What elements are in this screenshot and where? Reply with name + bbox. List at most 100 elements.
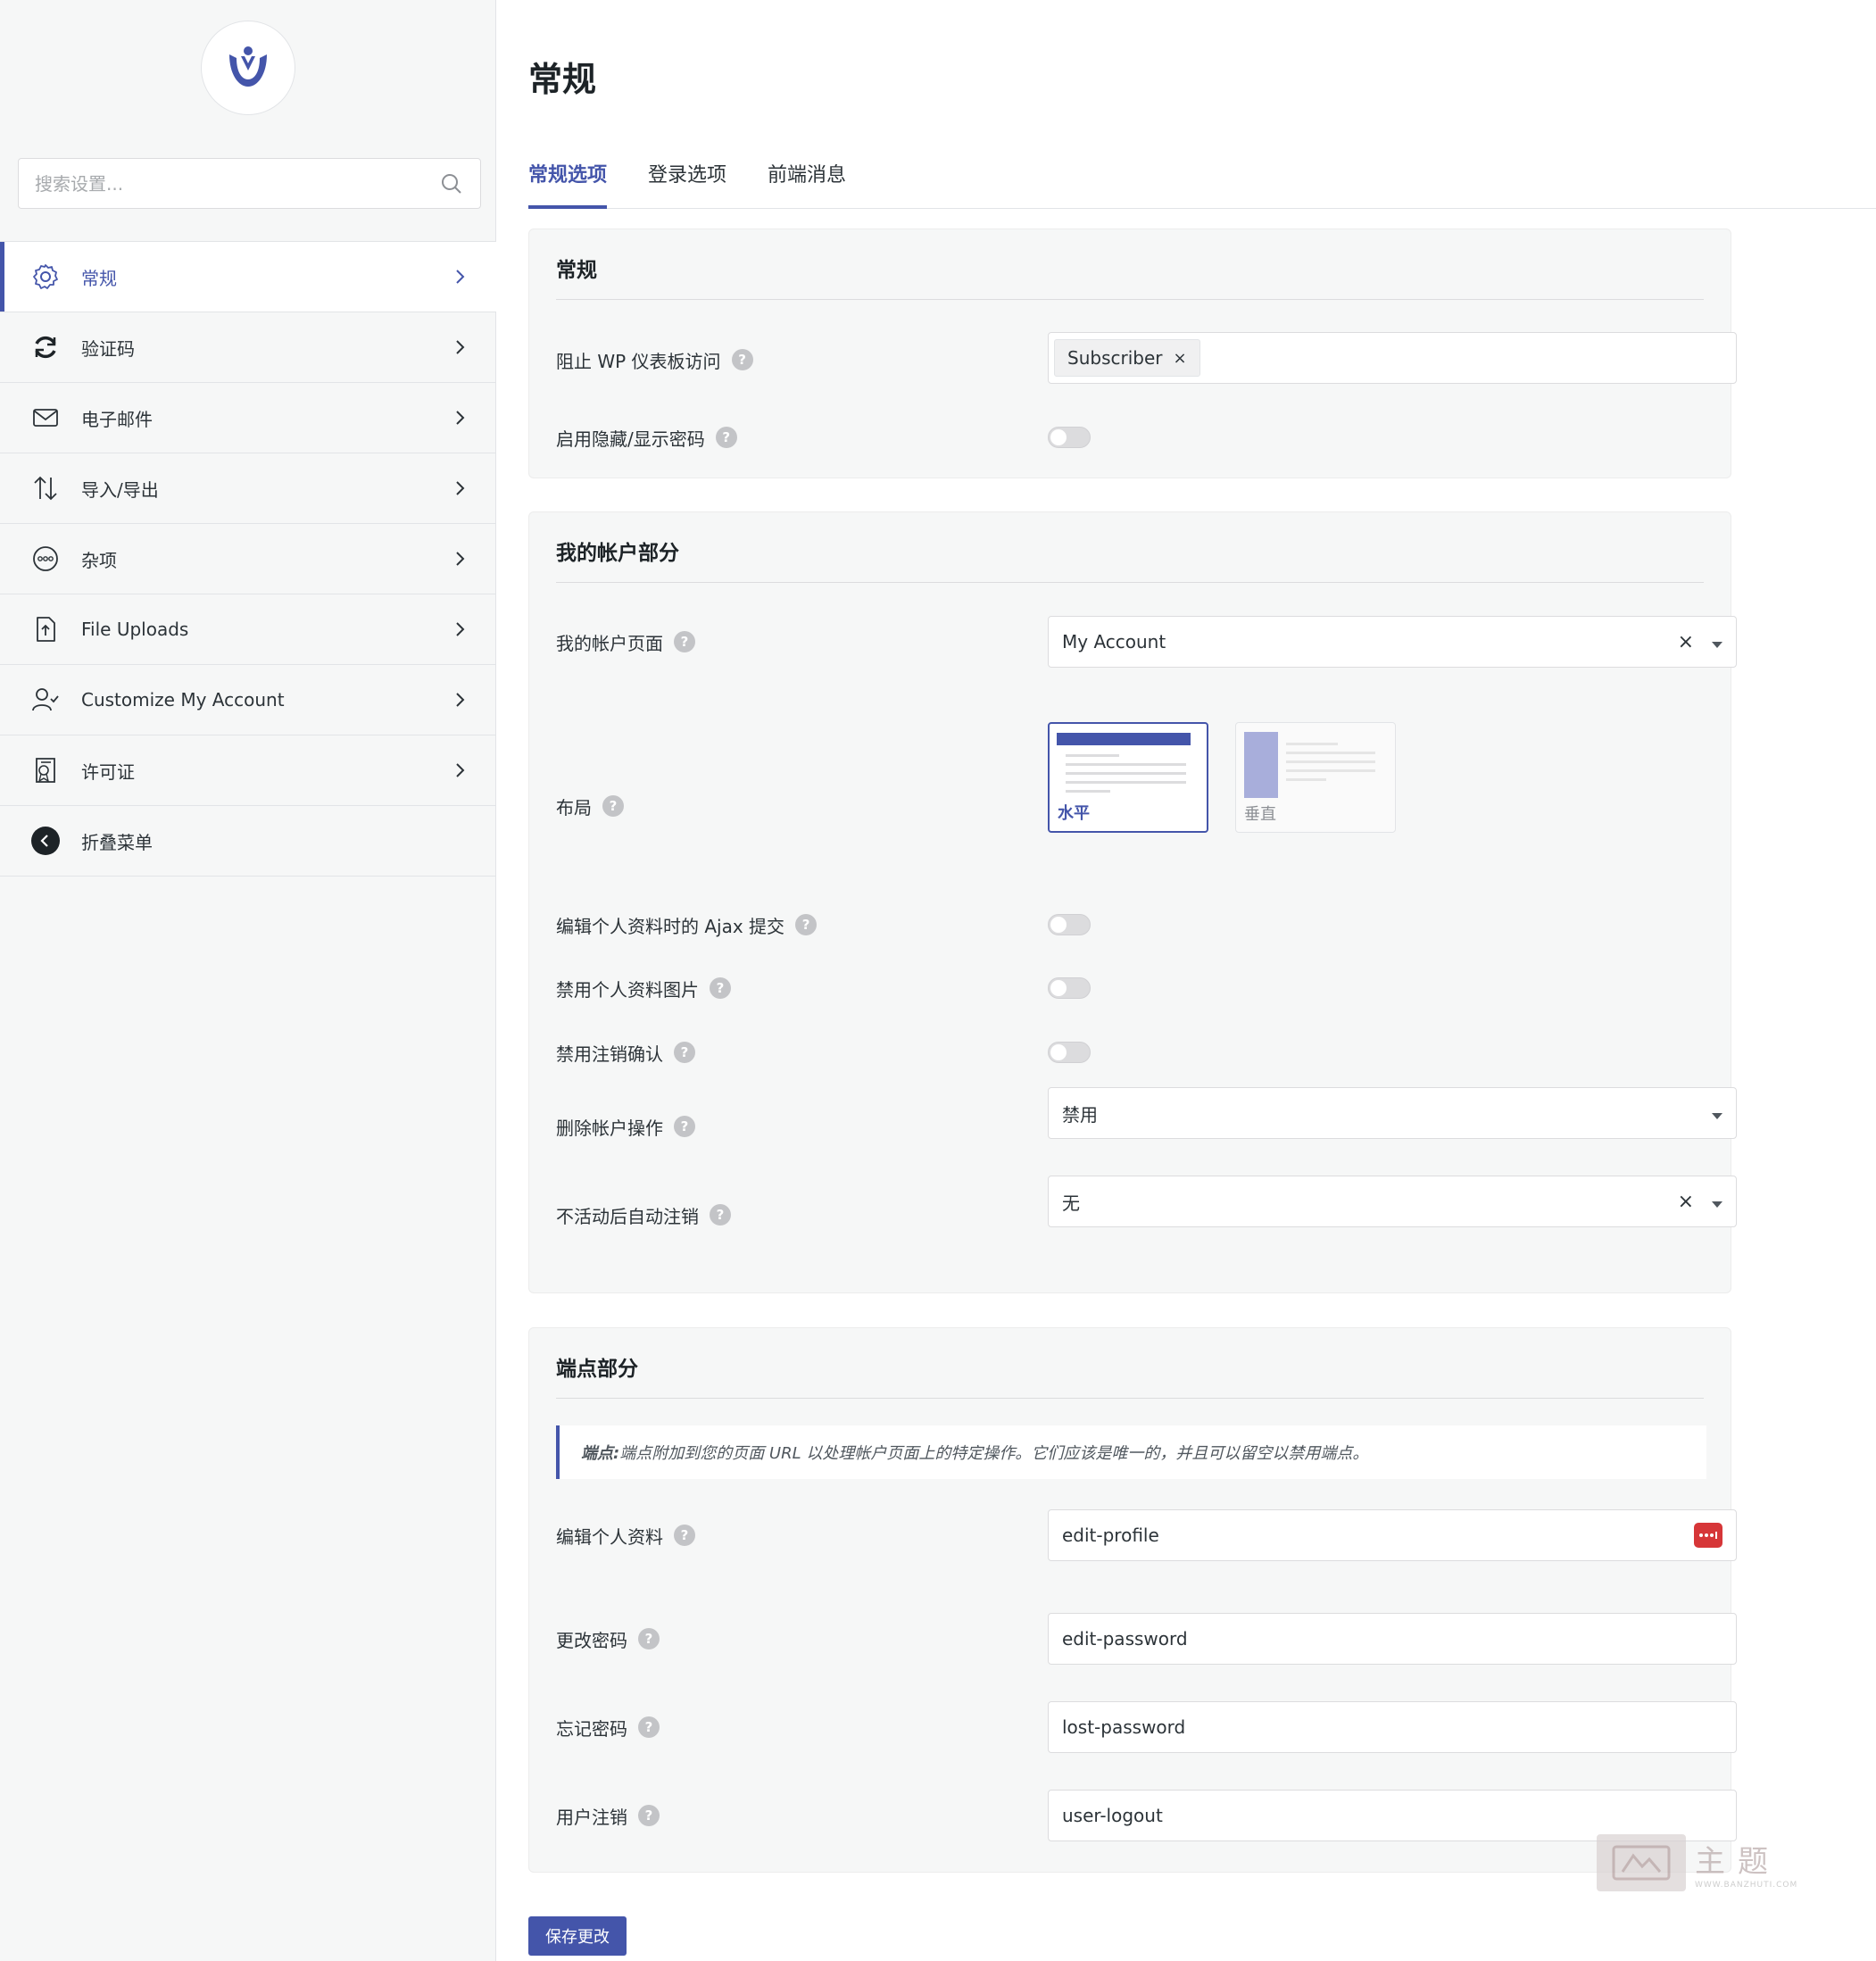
sidebar-item-misc[interactable]: 杂项 (0, 524, 496, 594)
tab-general-options[interactable]: 常规选项 (528, 152, 608, 209)
help-icon[interactable]: ? (795, 914, 818, 935)
field-label: 用户注销 (556, 1806, 627, 1828)
layout-horizontal-option[interactable]: 水平 (1048, 722, 1208, 833)
sidebar-item-customize-my-account[interactable]: Customize My Account (0, 665, 496, 735)
sidebar-item-file-uploads[interactable]: File Uploads (0, 594, 496, 665)
help-icon[interactable]: ? (638, 1628, 660, 1649)
disable-logout-confirm-label: 禁用注销确认 ? (556, 1039, 695, 1066)
ellipsis-circle-icon (30, 544, 61, 574)
sidebar-item-collapse[interactable]: 折叠菜单 (0, 806, 496, 877)
edit-profile-label: 编辑个人资料 ? (556, 1522, 695, 1549)
sidebar-item-general[interactable]: 常规 (0, 242, 496, 312)
auto-logout-select[interactable]: 无 × (1048, 1176, 1737, 1227)
divider (556, 299, 1704, 300)
help-icon[interactable]: ? (674, 631, 695, 652)
password-manager-icon[interactable] (1694, 1523, 1722, 1548)
user-logout-label: 用户注销 ? (556, 1802, 660, 1829)
help-icon[interactable]: ? (674, 1116, 695, 1137)
input-value: lost-password (1062, 1716, 1186, 1738)
input-value: user-logout (1062, 1805, 1163, 1826)
tab-frontend-messages[interactable]: 前端消息 (768, 152, 846, 209)
watermark: 主题 WWW.BANZHUTI.COM (1597, 1834, 1797, 1891)
layout-vertical-option[interactable]: 垂直 (1235, 722, 1396, 833)
disable-logout-confirm-toggle[interactable] (1048, 1042, 1091, 1063)
field-label: 不活动后自动注销 (556, 1205, 699, 1227)
tab-bar: 常规选项 登录选项 前端消息 (528, 152, 1876, 209)
sidebar-item-label: 导入/导出 (81, 478, 159, 501)
select-value: 禁用 (1062, 1103, 1098, 1126)
tab-login-options[interactable]: 登录选项 (648, 152, 726, 209)
sidebar-item-captcha[interactable]: 验证码 (0, 312, 496, 383)
chevron-right-icon (452, 338, 469, 356)
logo-icon (229, 46, 267, 87)
delete-account-action-select[interactable]: 禁用 (1048, 1087, 1737, 1139)
layout-label: 布局 ? (556, 793, 624, 819)
help-icon[interactable]: ? (602, 795, 624, 817)
field-label: 启用隐藏/显示密码 (556, 428, 705, 450)
sidebar-item-license[interactable]: 许可证 (0, 735, 496, 806)
chevron-right-icon (452, 620, 469, 638)
chevron-right-icon (452, 761, 469, 779)
chevron-right-icon (452, 409, 469, 427)
change-password-label: 更改密码 ? (556, 1625, 660, 1652)
caret-down-icon[interactable] (1712, 641, 1722, 648)
vertical-layout-preview-icon (1244, 732, 1375, 798)
envelope-icon (30, 403, 61, 433)
disable-avatar-toggle[interactable] (1048, 977, 1091, 999)
arrows-up-down-icon (30, 473, 61, 503)
show-password-label: 启用隐藏/显示密码 ? (556, 424, 737, 451)
search-icon[interactable] (439, 171, 464, 196)
field-label: 禁用个人资料图片 (556, 978, 699, 1001)
watermark-text: 主题 WWW.BANZHUTI.COM (1695, 1837, 1797, 1890)
save-changes-button[interactable]: 保存更改 (528, 1916, 627, 1956)
watermark-logo-icon (1597, 1834, 1686, 1891)
license-icon (30, 755, 61, 785)
clear-icon[interactable]: × (1678, 1191, 1694, 1213)
lost-password-endpoint-input[interactable]: lost-password (1048, 1701, 1737, 1753)
help-icon[interactable]: ? (710, 1204, 731, 1226)
logo (201, 21, 295, 115)
section-title: 端点部分 (556, 1358, 638, 1381)
gear-icon (30, 262, 61, 292)
sidebar-item-import-export[interactable]: 导入/导出 (0, 453, 496, 524)
help-icon[interactable]: ? (715, 427, 737, 448)
select-value: 无 (1062, 1192, 1080, 1214)
help-icon[interactable]: ? (674, 1525, 695, 1546)
block-dashboard-roles-field[interactable]: Subscriber × (1048, 332, 1737, 384)
show-password-toggle[interactable] (1048, 427, 1091, 448)
page-title: 常规 (528, 60, 597, 99)
clear-icon[interactable]: × (1678, 631, 1694, 653)
my-account-section: 我的帐户部分 我的帐户页面 ? My Account × 布局 ? 水平 垂直 … (528, 511, 1737, 1293)
sidebar-item-label: 杂项 (81, 549, 117, 571)
search-input[interactable] (35, 172, 439, 195)
field-label: 编辑个人资料时的 Ajax 提交 (556, 915, 785, 937)
lost-password-label: 忘记密码 ? (556, 1714, 660, 1741)
refresh-icon (30, 332, 61, 362)
sidebar: 常规 验证码 电子邮件 导入/导出 (0, 0, 496, 1961)
chevron-right-icon (452, 268, 469, 286)
sidebar-item-label: File Uploads (81, 619, 189, 640)
remove-tag-icon[interactable]: × (1173, 349, 1186, 368)
sidebar-item-label: 验证码 (81, 337, 135, 360)
sidebar-item-label: Customize My Account (81, 689, 285, 710)
layout-option-label: 水平 (1058, 804, 1090, 823)
change-password-endpoint-input[interactable]: edit-password (1048, 1613, 1737, 1665)
field-label: 布局 (556, 796, 592, 818)
sidebar-item-label: 常规 (81, 267, 117, 289)
chevron-right-icon (452, 479, 469, 497)
ajax-submit-toggle[interactable] (1048, 914, 1091, 935)
divider (556, 1398, 1704, 1399)
help-icon[interactable]: ? (674, 1042, 695, 1063)
help-icon[interactable]: ? (638, 1716, 660, 1738)
help-icon[interactable]: ? (638, 1805, 660, 1826)
caret-down-icon[interactable] (1712, 1201, 1722, 1208)
help-icon[interactable]: ? (710, 977, 731, 999)
input-value: edit-password (1062, 1628, 1188, 1649)
help-icon[interactable]: ? (731, 349, 753, 370)
sidebar-item-email[interactable]: 电子邮件 (0, 383, 496, 453)
my-account-page-select[interactable]: My Account × (1048, 616, 1737, 668)
edit-profile-endpoint-input[interactable]: edit-profile (1048, 1509, 1737, 1561)
user-check-icon (30, 685, 61, 715)
caret-down-icon[interactable] (1712, 1112, 1722, 1119)
chevron-right-icon (452, 691, 469, 709)
